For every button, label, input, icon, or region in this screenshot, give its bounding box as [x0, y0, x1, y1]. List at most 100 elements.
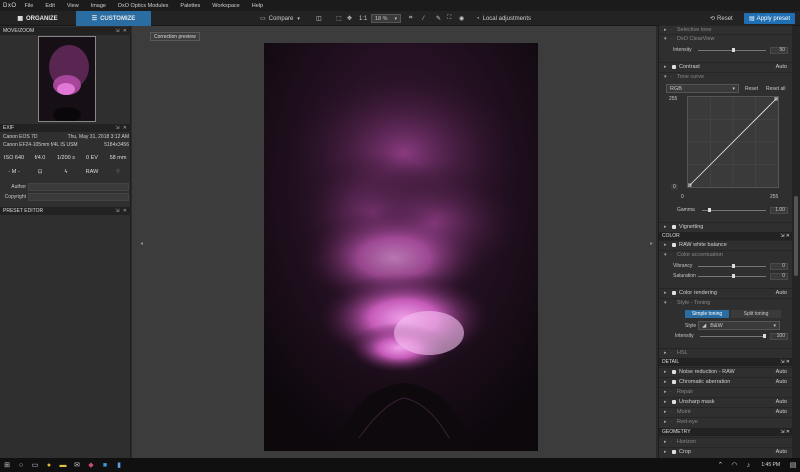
- slider-knob[interactable]: [732, 273, 735, 278]
- volume-icon[interactable]: ♪: [741, 462, 755, 469]
- reset-button[interactable]: ⟲ Reset: [710, 14, 733, 23]
- enable-checkbox[interactable]: [672, 65, 676, 69]
- panel-controls-icon[interactable]: ⇲ ✕: [115, 125, 128, 131]
- selective-tone-row[interactable]: ▸ · Selective tone: [659, 25, 793, 34]
- chromatic-aberration-row[interactable]: ▸ Chromatic aberration Auto: [659, 377, 793, 386]
- copyright-field[interactable]: [28, 193, 129, 201]
- slider-track[interactable]: [702, 207, 766, 212]
- split-view-icon[interactable]: ◫: [316, 14, 322, 23]
- panel-controls-icon[interactable]: ⇲ ✕: [780, 429, 790, 435]
- crop-auto[interactable]: Auto: [776, 449, 787, 455]
- menu-help[interactable]: Help: [252, 3, 263, 9]
- simple-toning-tab[interactable]: Simple toning: [685, 310, 729, 318]
- windows-start-icon[interactable]: ⊞: [0, 461, 14, 469]
- author-field[interactable]: [28, 183, 129, 191]
- channel-select[interactable]: RGB ▾: [666, 84, 739, 93]
- intensity-value[interactable]: 50: [770, 46, 788, 54]
- style-select[interactable]: ◢ B&W ▾: [698, 321, 780, 330]
- tab-customize[interactable]: ☰ CUSTOMIZE: [76, 11, 151, 26]
- raw-white-balance-row[interactable]: ▸ RAW white balance: [659, 240, 793, 249]
- menu-file[interactable]: File: [25, 3, 34, 9]
- unsharp-auto[interactable]: Auto: [776, 399, 787, 405]
- navigator-thumbnail[interactable]: [38, 36, 96, 122]
- color-rendering-auto[interactable]: Auto: [776, 290, 787, 296]
- panel-controls-icon[interactable]: ⇲ ✕: [780, 359, 790, 365]
- vibrancy-value[interactable]: 0: [770, 262, 788, 270]
- toning-intensity-slider[interactable]: Intensity 100: [675, 332, 788, 340]
- enable-checkbox[interactable]: [672, 370, 676, 374]
- menu-edit[interactable]: Edit: [45, 3, 54, 9]
- panel-controls-icon[interactable]: ⇲ ✕: [115, 208, 128, 214]
- enable-checkbox[interactable]: [672, 291, 676, 295]
- menu-view[interactable]: View: [67, 3, 79, 9]
- noise-reduction-row[interactable]: ▸ Noise reduction - RAW Auto: [659, 367, 793, 376]
- slider-track[interactable]: [698, 273, 766, 278]
- crop-row[interactable]: ▸ Crop Auto: [659, 447, 793, 456]
- clearview-intensity-slider[interactable]: Intensity 50: [673, 46, 788, 54]
- mail-icon[interactable]: ✉: [70, 461, 84, 469]
- slider-knob[interactable]: [762, 333, 766, 338]
- app-icon[interactable]: ◆: [84, 461, 98, 469]
- enable-checkbox[interactable]: [672, 225, 676, 229]
- gamma-value[interactable]: 1.00: [770, 206, 788, 214]
- hsl-row[interactable]: ▸ · HSL: [659, 348, 793, 357]
- gamma-slider[interactable]: Gamma 1.00: [677, 206, 788, 214]
- compare-button[interactable]: ▭ Compare ▾: [260, 14, 300, 23]
- brush-icon[interactable]: ✎: [436, 14, 441, 23]
- crop-icon[interactable]: ⌗: [409, 14, 412, 23]
- enable-checkbox[interactable]: [672, 400, 676, 404]
- saturation-slider[interactable]: Saturation 0: [673, 272, 788, 280]
- moire-row[interactable]: ▸ · Moiré Auto: [659, 407, 793, 416]
- repair-icon[interactable]: ⛶: [447, 14, 451, 23]
- tab-organize[interactable]: ▦ ORGANIZE: [0, 11, 75, 26]
- slider-knob[interactable]: [732, 263, 735, 268]
- vignetting-row[interactable]: ▸ Vignetting: [659, 222, 793, 231]
- menu-image[interactable]: Image: [91, 3, 106, 9]
- horizon-row[interactable]: ▸ · Horizon: [659, 437, 793, 446]
- vibrancy-slider[interactable]: Vibrancy 0: [673, 262, 788, 270]
- tray-chevron-icon[interactable]: ⌃: [713, 461, 727, 469]
- tone-curve-row[interactable]: ▾ · Tone curve: [659, 72, 793, 81]
- toning-intensity-value[interactable]: 100: [770, 332, 788, 340]
- enable-checkbox[interactable]: [672, 243, 676, 247]
- eyedropper-icon[interactable]: ⁄: [423, 14, 424, 23]
- moire-auto[interactable]: Auto: [776, 409, 787, 415]
- apply-preset-button[interactable]: ▤ Apply preset: [744, 13, 796, 24]
- red-eye-row[interactable]: ▸ · Red-eye: [659, 417, 793, 426]
- taskbar-clock[interactable]: 1:45 PM: [761, 462, 780, 468]
- eye-icon[interactable]: ◉: [459, 14, 464, 23]
- slider-knob[interactable]: [732, 47, 735, 52]
- notifications-icon[interactable]: ▤: [786, 461, 800, 469]
- menu-workspace[interactable]: Workspace: [212, 3, 239, 9]
- chrome-icon[interactable]: ●: [42, 462, 56, 469]
- tone-curve-graph[interactable]: [687, 96, 779, 188]
- clearview-row[interactable]: ▾ · DxO ClearView: [659, 34, 793, 43]
- move-icon[interactable]: ✥: [347, 14, 352, 23]
- local-adjustments-button[interactable]: ◔ Local adjustments: [476, 14, 531, 23]
- task-view-icon[interactable]: ▭: [28, 461, 42, 469]
- photoshop-icon[interactable]: ■: [98, 462, 112, 469]
- curve-reset-button[interactable]: Reset: [745, 86, 758, 92]
- scrollbar-thumb[interactable]: [794, 196, 798, 276]
- contrast-auto[interactable]: Auto: [776, 64, 787, 70]
- dxo-photolab-icon[interactable]: ▮: [112, 461, 126, 469]
- repair-row[interactable]: ▸ · Repair: [659, 387, 793, 396]
- network-icon[interactable]: ◠: [727, 461, 741, 469]
- panel-controls-icon[interactable]: ⇲ ✕: [115, 28, 128, 34]
- main-photo[interactable]: [264, 43, 538, 451]
- curve-reset-all-button[interactable]: Reset all: [766, 86, 785, 92]
- cortana-icon[interactable]: ○: [14, 462, 28, 469]
- zoom-select[interactable]: 18 % ▾: [371, 14, 401, 23]
- slider-track[interactable]: [698, 263, 766, 268]
- style-toning-row[interactable]: ▾ · Style - Toning: [659, 298, 793, 307]
- fit-screen-icon[interactable]: ⬚: [336, 14, 342, 23]
- panel-controls-icon[interactable]: ⇲ ✕: [780, 233, 790, 239]
- menu-dxo-optics-modules[interactable]: DxO Optics Modules: [118, 3, 168, 9]
- chromatic-auto[interactable]: Auto: [776, 379, 787, 385]
- zoom-ratio[interactable]: 1:1: [359, 14, 367, 23]
- file-explorer-icon[interactable]: ▬: [56, 462, 70, 469]
- color-rendering-row[interactable]: ▸ Color rendering Auto: [659, 288, 793, 297]
- enable-checkbox[interactable]: [672, 380, 676, 384]
- color-accentuation-row[interactable]: ▾ · Color accentuation: [659, 250, 793, 259]
- slider-track[interactable]: [700, 333, 766, 338]
